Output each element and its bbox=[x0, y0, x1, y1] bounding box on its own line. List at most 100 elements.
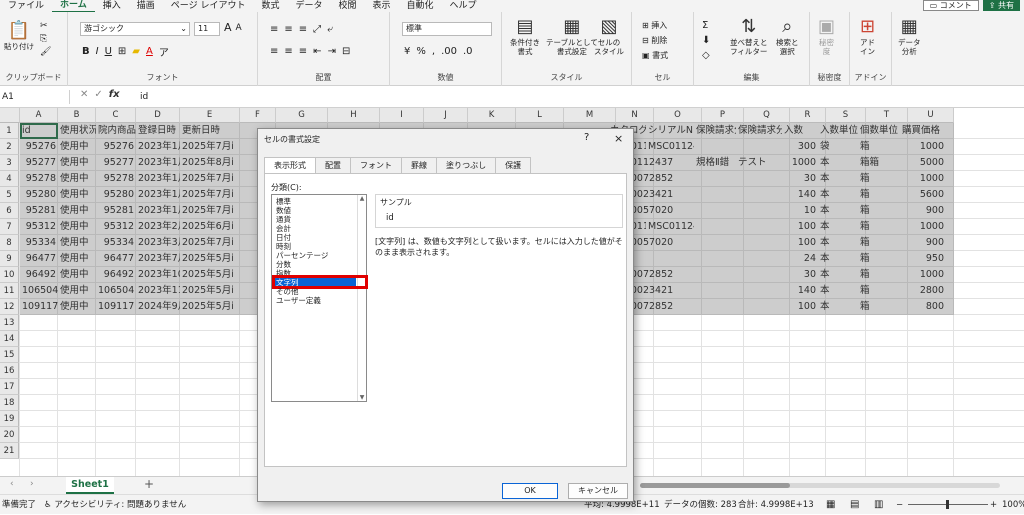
grow-font-button[interactable]: A bbox=[224, 21, 232, 34]
increase-decimal-icon[interactable]: .00 bbox=[441, 46, 457, 57]
decrease-decimal-icon[interactable]: .0 bbox=[463, 46, 473, 57]
column-header[interactable]: K bbox=[468, 108, 516, 123]
delete-cells-button[interactable]: ⊟ 削除 bbox=[642, 33, 668, 48]
phonetic-icon[interactable]: ア bbox=[159, 44, 169, 59]
paste-button[interactable]: 📋 貼り付け bbox=[4, 22, 34, 52]
name-box[interactable]: A1 bbox=[0, 90, 70, 104]
scroll-left-icon[interactable]: ‹ bbox=[10, 479, 14, 489]
column-header[interactable]: G bbox=[276, 108, 328, 123]
row-header[interactable]: 7 bbox=[0, 219, 19, 235]
copy-icon[interactable]: ⎘ bbox=[40, 33, 51, 46]
bold-icon[interactable]: B bbox=[82, 46, 90, 57]
row-header[interactable]: 18 bbox=[0, 395, 19, 411]
dialog-help-button[interactable]: ? bbox=[584, 132, 589, 143]
column-header[interactable]: F bbox=[240, 108, 276, 123]
category-scrollbar[interactable]: ▲ ▼ bbox=[357, 195, 366, 401]
format-as-table-button[interactable]: ▦ テーブルとして 書式設定 bbox=[546, 18, 598, 57]
formula-input[interactable]: id bbox=[140, 90, 148, 104]
merge-icon[interactable]: ⊟ bbox=[342, 46, 350, 57]
category-item[interactable]: 通貨 bbox=[274, 215, 356, 224]
menu-item[interactable]: ページ レイアウト bbox=[163, 0, 254, 12]
comment-button[interactable]: ▭ コメント bbox=[922, 0, 979, 11]
row-header[interactable]: 21 bbox=[0, 443, 19, 459]
menu-item[interactable]: データ bbox=[287, 0, 330, 12]
column-header[interactable]: N bbox=[616, 108, 654, 123]
column-header[interactable]: P bbox=[702, 108, 744, 123]
column-header[interactable]: S bbox=[826, 108, 866, 123]
border-icon[interactable]: ⊞ bbox=[118, 46, 126, 57]
row-header[interactable]: 8 bbox=[0, 235, 19, 251]
sheet-tab-sheet1[interactable]: Sheet1 bbox=[66, 477, 114, 494]
row-header[interactable]: 11 bbox=[0, 283, 19, 299]
category-item[interactable]: 日付 bbox=[274, 233, 356, 242]
select-all-corner[interactable] bbox=[0, 108, 20, 123]
add-sheet-icon[interactable]: + bbox=[144, 477, 154, 491]
accessibility-status[interactable]: ♿ アクセシビリティ: 問題ありません bbox=[44, 495, 186, 515]
menu-item[interactable]: 校閲 bbox=[331, 0, 365, 12]
align-center-icon[interactable]: ≡ bbox=[284, 46, 292, 57]
row-header[interactable]: 1 bbox=[0, 123, 19, 139]
category-item[interactable]: 標準 bbox=[274, 197, 356, 206]
addins-button[interactable]: ⊞ アド イン bbox=[860, 18, 875, 57]
column-header[interactable]: C bbox=[96, 108, 136, 123]
clear-icon[interactable]: ◇ bbox=[702, 48, 710, 63]
menu-item[interactable]: 数式 bbox=[253, 0, 287, 12]
category-item[interactable]: その他 bbox=[274, 287, 356, 296]
menu-item[interactable]: 自動化 bbox=[399, 0, 442, 12]
row-header[interactable]: 6 bbox=[0, 203, 19, 219]
row-header[interactable]: 14 bbox=[0, 331, 19, 347]
dialog-tab[interactable]: フォント bbox=[350, 157, 402, 173]
format-cells-button[interactable]: ▣ 書式 bbox=[642, 48, 668, 63]
column-header[interactable]: R bbox=[790, 108, 826, 123]
italic-icon[interactable]: I bbox=[96, 46, 99, 57]
menu-item[interactable]: ファイル bbox=[0, 0, 52, 12]
font-size-select[interactable]: 11 bbox=[194, 22, 220, 36]
category-item[interactable]: パーセンテージ bbox=[274, 251, 356, 260]
indent-icon[interactable]: ⇤ bbox=[313, 46, 321, 57]
dialog-tab[interactable]: 塗りつぶし bbox=[436, 157, 497, 173]
column-header[interactable]: H bbox=[328, 108, 380, 123]
column-header[interactable]: B bbox=[58, 108, 96, 123]
column-header[interactable]: M bbox=[564, 108, 616, 123]
cancel-icon[interactable]: ✕ bbox=[80, 89, 88, 100]
column-header[interactable]: O bbox=[654, 108, 702, 123]
find-select-button[interactable]: ⌕ 検索と 選択 bbox=[776, 18, 799, 57]
font-color-icon[interactable]: A bbox=[146, 46, 153, 57]
dialog-close-button[interactable]: × bbox=[614, 132, 623, 145]
align-left-icon[interactable]: ≡ bbox=[270, 46, 278, 57]
outdent-icon[interactable]: ⇥ bbox=[328, 46, 336, 57]
fill-icon[interactable]: ⬇ bbox=[702, 33, 710, 48]
scrollbar-thumb[interactable] bbox=[640, 483, 790, 488]
scroll-up-icon[interactable]: ▲ bbox=[358, 195, 366, 202]
fill-color-icon[interactable]: ▰ bbox=[132, 46, 140, 57]
dialog-tab[interactable]: 表示形式 bbox=[264, 157, 316, 173]
zoom-out-icon[interactable]: − bbox=[896, 495, 903, 515]
scroll-right-icon[interactable]: › bbox=[30, 479, 34, 489]
scroll-down-icon[interactable]: ▼ bbox=[358, 394, 366, 401]
zoom-slider-thumb[interactable] bbox=[946, 500, 949, 509]
currency-icon[interactable]: ¥ bbox=[404, 46, 410, 57]
row-header[interactable]: 13 bbox=[0, 315, 19, 331]
menu-item[interactable]: 描画 bbox=[129, 0, 163, 12]
row-header[interactable]: 2 bbox=[0, 139, 19, 155]
align-middle-icon[interactable]: ≡ bbox=[284, 24, 292, 35]
row-header[interactable]: 15 bbox=[0, 347, 19, 363]
column-header[interactable]: T bbox=[866, 108, 908, 123]
column-header[interactable]: Q bbox=[744, 108, 790, 123]
ok-button[interactable]: OK bbox=[502, 483, 558, 499]
page-layout-icon[interactable]: ▤ bbox=[850, 495, 859, 515]
row-header[interactable]: 17 bbox=[0, 379, 19, 395]
row-header[interactable]: 10 bbox=[0, 267, 19, 283]
row-header[interactable]: 19 bbox=[0, 411, 19, 427]
zoom-slider[interactable] bbox=[908, 500, 988, 509]
row-header[interactable]: 9 bbox=[0, 251, 19, 267]
column-header[interactable]: E bbox=[180, 108, 240, 123]
number-format-select[interactable]: 標準 bbox=[402, 22, 492, 36]
insert-cells-button[interactable]: ⊞ 挿入 bbox=[642, 18, 668, 33]
comma-icon[interactable]: , bbox=[432, 46, 435, 57]
align-right-icon[interactable]: ≡ bbox=[299, 46, 307, 57]
format-painter-icon[interactable]: 🖌 bbox=[40, 46, 51, 59]
category-item[interactable]: 会計 bbox=[274, 224, 356, 233]
font-name-select[interactable]: 游ゴシック ⌄ bbox=[80, 22, 190, 36]
percent-icon[interactable]: % bbox=[416, 46, 426, 57]
